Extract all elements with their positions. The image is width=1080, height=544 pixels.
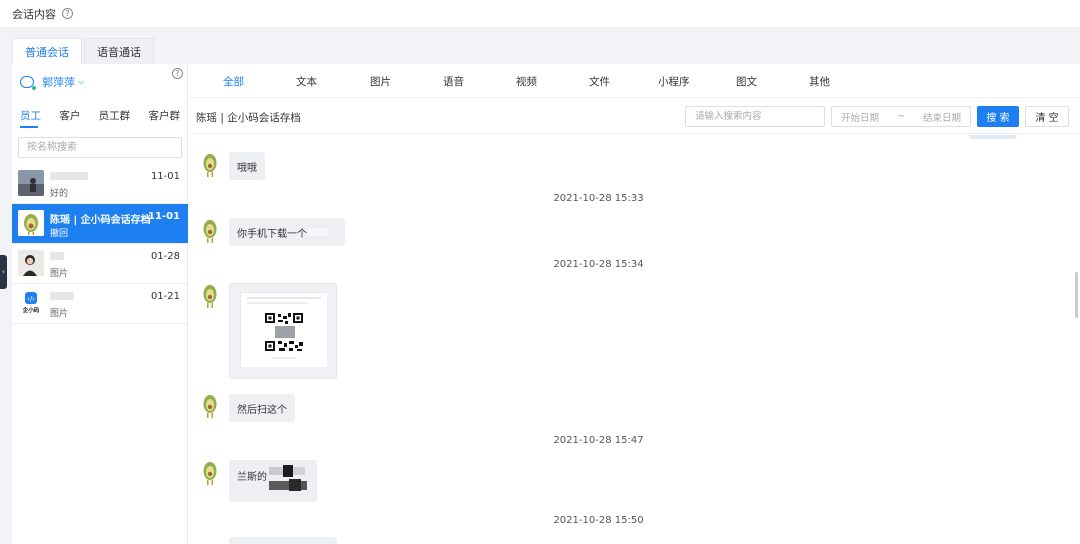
message-bubble: 兰斯的 — [229, 460, 317, 502]
message-bubble: 哦哦 — [229, 152, 265, 180]
message-type-filters: 全部 文本 图片 语音 视频 文件 小程序 图文 其他 — [189, 64, 1080, 98]
current-user-name: 郭萍萍 — [42, 76, 75, 89]
contact-date: 11-01 — [148, 211, 180, 222]
start-date-field[interactable]: 开始日期 — [841, 110, 879, 124]
contact-item[interactable]: 01-28 图片 — [12, 244, 188, 284]
scrollbar-thumb[interactable] — [1075, 272, 1078, 318]
collapse-sidebar-icon[interactable]: ‹ — [0, 255, 7, 289]
contact-name — [50, 171, 88, 182]
filter-all[interactable]: 全部 — [223, 74, 244, 89]
contact-date: 01-28 — [150, 251, 180, 262]
page-title: 会话内容 — [12, 7, 56, 21]
contact-date: 11-01 — [150, 171, 180, 182]
sender-avatar — [203, 395, 217, 418]
contact-item[interactable]: 11-01 好的 — [12, 164, 188, 204]
image-message[interactable] — [229, 283, 337, 379]
message-timestamp: 2021-10-28 15:34 — [553, 259, 644, 270]
contact-category-tabs: 员工 客户 员工群 客户群 — [12, 108, 188, 126]
sender-avatar — [203, 154, 217, 177]
end-date-field[interactable]: 结束日期 — [923, 110, 961, 124]
user-selector[interactable]: 郭萍萍 ⌵ — [20, 72, 184, 92]
filter-voice[interactable]: 语音 — [443, 74, 464, 89]
sender-avatar — [203, 220, 217, 243]
avatar — [18, 250, 44, 276]
help-icon[interactable]: ? — [172, 68, 183, 79]
date-range-picker[interactable]: 开始日期 ~ 结束日期 — [831, 106, 971, 127]
main-panel: 郭萍萍 ⌵ ? 员工 客户 员工群 客户群 11-01 好的 — [12, 64, 1080, 544]
message-bubble: 你手机下载一个 — [229, 218, 345, 246]
filter-mini-program[interactable]: 小程序 — [658, 74, 690, 89]
contact-name: 陈瑶 | 企小码会话存档 — [50, 215, 150, 226]
subtab-employee-group[interactable]: 员工群 — [99, 108, 131, 126]
avatar — [18, 170, 44, 196]
subtab-customer[interactable]: 客户 — [59, 108, 80, 126]
tab-voice-call[interactable]: 语音通话 — [84, 38, 154, 64]
conversation-toolbar: 陈瑶 | 企小码会话存档 开始日期 ~ 结束日期 搜 索 清 空 — [189, 98, 1080, 134]
previous-message-edge — [969, 135, 1017, 139]
redacted-text-block — [269, 465, 307, 491]
filter-rich-media[interactable]: 图文 — [736, 74, 757, 89]
message-search-input[interactable] — [685, 106, 825, 127]
help-icon[interactable]: ? — [62, 8, 73, 19]
contact-last-message: 撤回 — [50, 229, 69, 239]
chat-bubble-icon — [20, 76, 36, 90]
message-timestamp: 2021-10-28 15:47 — [553, 435, 644, 446]
date-separator: ~ — [897, 111, 905, 122]
message-list[interactable]: 哦哦 2021-10-28 15:33 你手机下载一个 2021-10-28 1… — [189, 135, 1080, 544]
filter-image[interactable]: 图片 — [370, 74, 391, 89]
message-timestamp: 2021-10-28 15:33 — [553, 193, 644, 204]
page-header: 会话内容 ? — [0, 0, 1080, 28]
contact-last-message: 图片 — [50, 269, 69, 279]
avatar — [18, 210, 44, 236]
sender-avatar — [203, 462, 217, 485]
contact-last-message: 好的 — [50, 189, 69, 199]
filter-video[interactable]: 视频 — [516, 74, 537, 89]
contact-last-message: 图片 — [50, 309, 69, 319]
filter-other[interactable]: 其他 — [809, 74, 830, 89]
session-tabs: 普通会话 语音通话 — [12, 38, 156, 64]
clear-button[interactable]: 清 空 — [1025, 106, 1069, 127]
message-timestamp: 2021-10-28 15:50 — [553, 515, 644, 526]
active-subtab-indicator — [20, 126, 38, 128]
sender-avatar — [203, 285, 217, 308]
contact-item-active[interactable]: 陈瑶 | 企小码会话存档 11-01 撤回 — [12, 204, 188, 244]
subtab-employee[interactable]: 员工 — [20, 108, 41, 126]
contact-date: 01-21 — [150, 291, 180, 302]
contact-name — [50, 251, 64, 262]
filter-file[interactable]: 文件 — [589, 74, 610, 89]
message-bubble: 然后扫这个 — [229, 394, 295, 422]
subtab-customer-group[interactable]: 客户群 — [148, 108, 180, 126]
conversation-title: 陈瑶 | 企小码会话存档 — [196, 112, 301, 124]
contact-search-input[interactable] — [18, 137, 182, 158]
qr-code-image — [240, 292, 327, 367]
search-button[interactable]: 搜 索 — [977, 106, 1019, 127]
contact-name — [50, 291, 74, 302]
message-bubble-partial — [229, 537, 337, 544]
contact-sidebar: 郭萍萍 ⌵ ? 员工 客户 员工群 客户群 11-01 好的 — [12, 64, 188, 544]
filter-text[interactable]: 文本 — [296, 74, 317, 89]
avatar: ‹/› 企小码 — [18, 290, 44, 316]
tab-normal-session[interactable]: 普通会话 — [12, 38, 82, 64]
svg-text:‹/›: ‹/› — [27, 295, 35, 303]
contact-item[interactable]: ‹/› 企小码 01-21 图片 — [12, 284, 188, 324]
chevron-down-icon: ⌵ — [78, 77, 85, 86]
brand-label: 企小码 — [22, 308, 40, 314]
